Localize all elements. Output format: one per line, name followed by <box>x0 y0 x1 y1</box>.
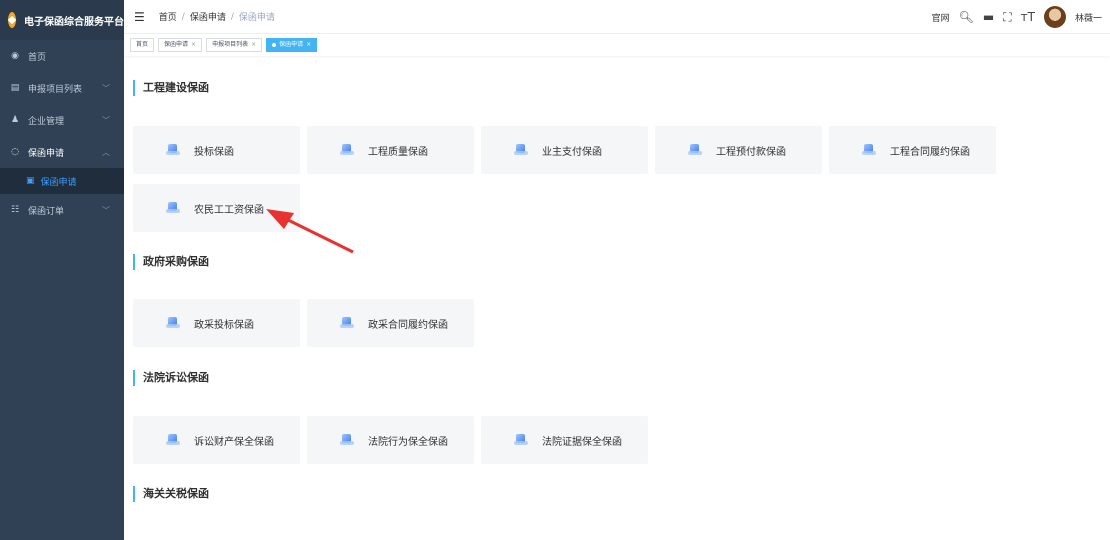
card-label: 农民工工资保函 <box>194 204 264 216</box>
font-size-icon[interactable]: ᴛT <box>1021 10 1035 24</box>
sidebar: 电子保函综合服务平台 ◉ 首页 ▤ 申报项目列表 ﹀ ♟ 企业管理 ﹀ ◌ 保函… <box>0 0 124 540</box>
card-label: 工程预付款保函 <box>716 146 786 158</box>
card-label: 政采合同履约保函 <box>368 319 448 331</box>
card-migrant-wage-guarantee[interactable]: 农民工工资保函 <box>133 184 300 232</box>
card-court-action-guarantee[interactable]: 法院行为保全保函 <box>307 416 474 464</box>
card-contract-performance-guarantee[interactable]: 工程合同履约保函 <box>829 126 996 174</box>
section-title: 海关关税保函 <box>133 486 209 502</box>
document-icon <box>166 434 180 446</box>
tag-guarantee-active[interactable]: 保函申请 × <box>266 38 318 52</box>
breadcrumb-separator: / <box>230 11 234 22</box>
card-label: 法院行为保全保函 <box>368 436 448 448</box>
section-title: 法院诉讼保函 <box>133 370 209 386</box>
shield-icon: ◌ <box>11 147 19 157</box>
hamburger-icon[interactable]: ☰ <box>134 10 145 24</box>
card-label: 投标保函 <box>194 146 234 158</box>
breadcrumb-home[interactable]: 首页 <box>159 10 177 23</box>
official-site-link[interactable]: 官网 <box>932 11 950 24</box>
header: ☰ 首页 / 保函申请 / 保函申请 官网 🔍︎ ▬ ⛶ ᴛT 林薇一 <box>124 0 1110 34</box>
card-label: 业主支付保函 <box>542 146 602 158</box>
username[interactable]: 林薇一 <box>1075 11 1102 24</box>
message-icon[interactable]: ▬ <box>983 10 994 24</box>
card-gov-bid-guarantee[interactable]: 政采投标保函 <box>133 299 300 347</box>
sidebar-item-label: 企业管理 <box>28 116 65 127</box>
active-dot-icon <box>272 42 277 47</box>
card-bid-guarantee[interactable]: 投标保函 <box>133 126 300 174</box>
close-icon[interactable]: × <box>251 41 256 48</box>
card-court-evidence-guarantee[interactable]: 法院证据保全保函 <box>481 416 648 464</box>
breadcrumb-current: 保函申请 <box>238 13 275 23</box>
tags-view: 首页 保函申请 × 申报项目列表 × 保函申请 × <box>124 34 1110 56</box>
sidebar-item-label: 保函申请 <box>40 177 77 188</box>
fullscreen-icon[interactable]: ⛶ <box>1003 10 1011 25</box>
document-icon <box>340 434 354 446</box>
breadcrumb-guarantee[interactable]: 保函申请 <box>190 10 226 23</box>
card-quality-guarantee[interactable]: 工程质量保函 <box>307 126 474 174</box>
sidebar-item-label: 保函订单 <box>28 206 65 217</box>
search-icon[interactable]: 🔍︎ <box>959 10 974 24</box>
tag-label: 保函申请 <box>164 41 189 48</box>
sidebar-item-label: 首页 <box>28 52 47 63</box>
close-icon[interactable]: × <box>306 41 311 48</box>
sidebar-item-label: 保函申请 <box>28 148 65 159</box>
sidebar-item-project-list[interactable]: ▤ 申报项目列表 ﹀ <box>0 72 124 104</box>
main-content: 工程建设保函 投标保函 工程质量保函 业主支付保函 工程预付款保函 工程合同履约… <box>124 56 1110 540</box>
chevron-down-icon: ﹀ <box>102 205 110 215</box>
card-label: 政采投标保函 <box>194 319 254 331</box>
app-root: 电子保函综合服务平台 ◉ 首页 ▤ 申报项目列表 ﹀ ♟ 企业管理 ﹀ ◌ 保函… <box>0 0 1110 540</box>
document-icon <box>340 144 354 156</box>
card-advance-payment-guarantee[interactable]: 工程预付款保函 <box>655 126 822 174</box>
card-label: 诉讼财产保全保函 <box>194 436 274 448</box>
document-icon <box>514 144 528 156</box>
sidebar-item-orders[interactable]: ☷ 保函订单 ﹀ <box>0 194 124 226</box>
document-icon <box>688 144 702 156</box>
card-owner-payment-guarantee[interactable]: 业主支付保函 <box>481 126 648 174</box>
document-icon <box>166 317 180 329</box>
document-icon <box>514 434 528 446</box>
tag-project-list[interactable]: 申报项目列表 × <box>206 38 263 52</box>
sidebar-item-home[interactable]: ◉ 首页 <box>0 40 124 72</box>
avatar[interactable] <box>1043 6 1066 28</box>
sidebar-item-enterprise[interactable]: ♟ 企业管理 ﹀ <box>0 104 124 136</box>
document-icon <box>166 202 180 214</box>
document-icon <box>166 144 180 156</box>
sidebar-item-label: 申报项目列表 <box>28 84 83 95</box>
header-actions: 官网 🔍︎ ▬ ⛶ ᴛT 林薇一 <box>932 0 1102 34</box>
chevron-down-icon: ﹀ <box>102 115 110 125</box>
tag-guarantee[interactable]: 保函申请 × <box>158 38 203 52</box>
order-icon: ☷ <box>10 205 20 215</box>
chevron-up-icon: ︿ <box>102 147 110 157</box>
sidebar-subitem-guarantee-apply[interactable]: ▣ 保函申请 <box>0 168 124 194</box>
card-litigation-property-guarantee[interactable]: 诉讼财产保全保函 <box>133 416 300 464</box>
section-title: 政府采购保函 <box>133 254 209 270</box>
card-label: 工程质量保函 <box>368 146 428 158</box>
breadcrumb-separator: / <box>181 11 185 22</box>
tag-label: 首页 <box>136 41 149 48</box>
tag-label: 保函申请 <box>279 41 304 48</box>
submenu: ▣ 保函申请 <box>0 168 124 194</box>
card-label: 工程合同履约保函 <box>890 146 970 158</box>
brand-title: 电子保函综合服务平台 <box>24 16 124 28</box>
document-icon <box>862 144 876 156</box>
card-gov-contract-guarantee[interactable]: 政采合同履约保函 <box>307 299 474 347</box>
form-icon: ▣ <box>26 176 35 186</box>
sidebar-item-guarantee-apply[interactable]: ◌ 保函申请 ︿ <box>0 136 124 168</box>
logo-icon <box>7 12 17 28</box>
tag-label: 申报项目列表 <box>212 41 249 48</box>
dashboard-icon: ◉ <box>11 51 19 61</box>
section-title: 工程建设保函 <box>133 80 209 96</box>
tag-home[interactable]: 首页 <box>130 38 155 52</box>
brand: 电子保函综合服务平台 <box>0 0 124 40</box>
card-label: 法院证据保全保函 <box>542 436 622 448</box>
close-icon[interactable]: × <box>191 41 196 48</box>
document-icon <box>340 317 354 329</box>
user-icon: ♟ <box>10 115 20 125</box>
list-icon: ▤ <box>10 83 20 93</box>
chevron-down-icon: ﹀ <box>102 83 110 93</box>
